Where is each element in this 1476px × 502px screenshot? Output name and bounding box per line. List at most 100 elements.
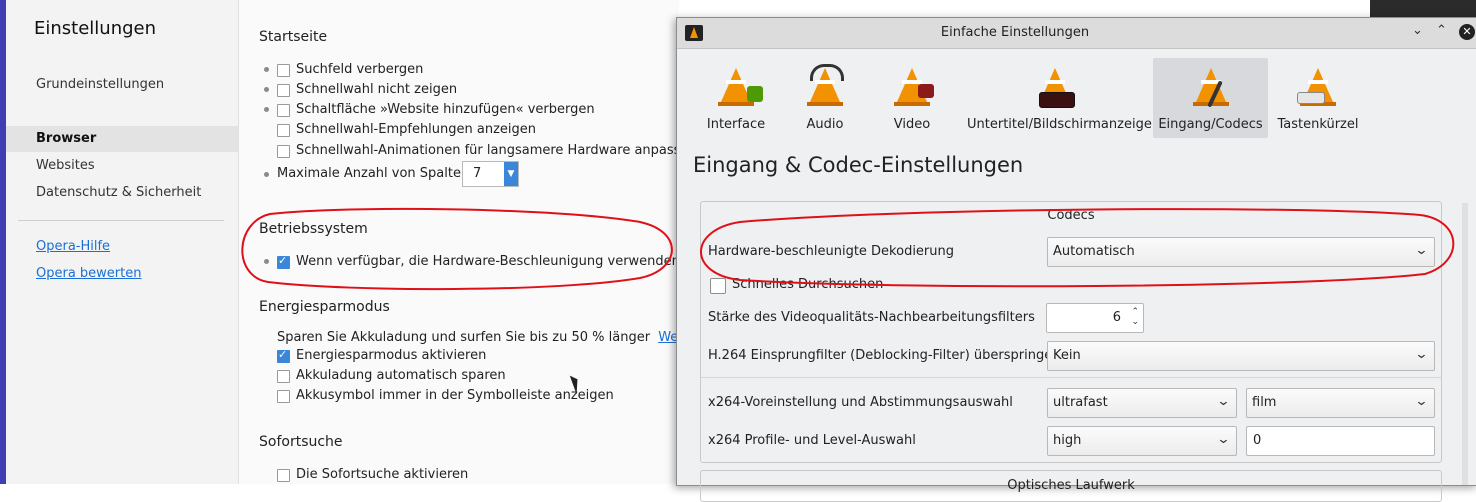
section-title-sofortsuche: Sofortsuche — [259, 434, 343, 450]
group-title: Optisches Laufwerk — [1007, 478, 1135, 493]
cone-base — [807, 102, 843, 106]
sidebar-item-grundeinstellungen[interactable]: Grundeinstellungen — [36, 77, 164, 92]
checkbox-suchfeld[interactable] — [277, 64, 290, 77]
group-title: Codecs — [1047, 208, 1095, 223]
x264-preset-select[interactable]: ultrafast ⌄ — [1047, 388, 1237, 418]
option-label: Schnellwahl nicht zeigen — [296, 82, 458, 97]
category-label: Tastenkürzel — [1277, 117, 1359, 132]
category-eingang-codecs[interactable]: Eingang/Codecs — [1153, 58, 1268, 138]
link-opera-hilfe[interactable]: Opera-Hilfe — [36, 239, 110, 254]
section-title-energiesparmodus: Energiesparmodus — [259, 299, 390, 315]
window-title: Einfache Einstellungen — [940, 25, 1090, 40]
sidebar-item-websites[interactable]: Websites — [36, 158, 95, 173]
select-value: Automatisch — [1053, 244, 1135, 259]
hw-decoding-label: Hardware-beschleunigte Dekodierung — [708, 244, 955, 259]
checkbox-schnellwahl-animationen[interactable] — [277, 145, 290, 158]
policy-bullet-icon — [264, 172, 269, 177]
columns-select-value: 7 — [473, 166, 482, 181]
category-label: Video — [893, 117, 931, 132]
row-separator — [701, 377, 1441, 378]
category-label: Interface — [706, 117, 766, 132]
cone-base — [718, 102, 754, 106]
close-icon[interactable]: ✕ — [1459, 24, 1475, 40]
option-label: Schaltfläche »Website hinzufügen« verber… — [296, 102, 595, 117]
chevron-down-icon: ⌄ — [1414, 243, 1429, 258]
sidebar-item-datenschutz[interactable]: Datenschutz & Sicherheit — [36, 185, 201, 200]
sidebar-item-browser[interactable]: Browser — [36, 131, 96, 146]
category-video[interactable]: Video — [882, 58, 942, 138]
minimize-icon[interactable]: ⌄ — [1412, 23, 1423, 38]
spin-down-icon[interactable]: ⌄ — [1131, 317, 1139, 327]
subtitle-display-icon — [1039, 92, 1075, 108]
category-interface[interactable]: Interface — [701, 58, 771, 138]
deblock-label: H.264 Einsprungfilter (Deblocking-Filter… — [708, 348, 1061, 363]
category-tastenkuerzel[interactable]: Tastenkürzel — [1277, 58, 1359, 138]
section-title-startseite: Startseite — [259, 29, 328, 45]
category-label: Eingang/Codecs — [1158, 117, 1263, 132]
fast-seek-label: Schnelles Durchsuchen — [732, 277, 884, 292]
select-value: high — [1053, 433, 1082, 448]
option-label: Wenn verfügbar, die Hardware-Beschleunig… — [296, 254, 680, 269]
category-label: Untertitel/Bildschirmanzeige — [967, 117, 1152, 132]
checkbox-akkusymbol[interactable] — [277, 390, 290, 403]
headphones-icon — [810, 64, 844, 81]
input-value: 0 — [1253, 433, 1262, 448]
keyboard-icon — [1297, 92, 1325, 104]
energie-description-text: Sparen Sie Akkuladung und surfen Sie bis… — [277, 330, 651, 345]
chevron-down-icon: ⌄ — [1414, 347, 1429, 362]
postproc-label: Stärke des Videoqualitäts-Nachbearbeitun… — [708, 310, 1035, 325]
option-label: Akkuladung automatisch sparen — [296, 368, 506, 383]
codecs-group: Codecs Hardware-beschleunigte Dekodierun… — [700, 201, 1442, 463]
x264-preset-label: x264-Voreinstellung und Abstimmungsauswa… — [708, 395, 1013, 410]
settings-title: Einstellungen — [34, 18, 157, 39]
sidebar-divider — [18, 220, 224, 221]
vlc-preferences-dialog: Einfache Einstellungen ⌄ ⌃ ✕ Interface A… — [676, 17, 1476, 502]
chevron-down-icon: ⌄ — [1414, 394, 1429, 409]
checkbox-schnellwahl[interactable] — [277, 84, 290, 97]
energie-description: Sparen Sie Akkuladung und surfen Sie bis… — [277, 330, 716, 345]
category-untertitel[interactable]: Untertitel/Bildschirmanzeige — [967, 58, 1152, 138]
film-reel-icon — [918, 84, 934, 98]
link-opera-bewerten[interactable]: Opera bewerten — [36, 266, 142, 281]
cone-base — [894, 102, 930, 106]
x264-level-input[interactable]: 0 — [1246, 426, 1435, 456]
checkbox-energiesparmodus[interactable] — [277, 348, 290, 363]
checkbox-website-hinzufuegen[interactable] — [277, 104, 290, 117]
option-label: Suchfeld verbergen — [296, 62, 424, 77]
deblock-select[interactable]: Kein ⌄ — [1047, 341, 1435, 371]
option-label: Schnellwahl-Animationen für langsamere H… — [296, 143, 697, 158]
fast-seek-checkbox[interactable] — [710, 278, 726, 294]
checkbox-akkuladung[interactable] — [277, 370, 290, 383]
x264-tune-select[interactable]: film ⌄ — [1246, 388, 1435, 418]
postproc-spinbox[interactable]: 6 ⌃ ⌄ — [1046, 303, 1144, 333]
maximize-icon[interactable]: ⌃ — [1436, 23, 1447, 38]
checkbox-schnellwahl-empfehlungen[interactable] — [277, 124, 290, 137]
policy-bullet-icon — [264, 67, 269, 72]
x264-profile-select[interactable]: high ⌄ — [1047, 426, 1237, 456]
category-audio[interactable]: Audio — [795, 58, 855, 138]
interface-badge-icon — [747, 86, 763, 102]
policy-bullet-icon — [264, 107, 269, 112]
spin-up-icon[interactable]: ⌃ — [1131, 307, 1139, 317]
section-title-betriebssystem: Betriebssystem — [259, 221, 368, 237]
title-bar[interactable]: Einfache Einstellungen ⌄ ⌃ ✕ — [677, 18, 1476, 49]
policy-bullet-icon — [264, 259, 269, 264]
option-label: Energiesparmodus aktivieren — [296, 348, 487, 363]
opera-settings-sidebar: Einstellungen Grundeinstellungen Browser… — [6, 0, 239, 484]
checkbox-hardware-beschleunigung[interactable] — [277, 254, 290, 269]
option-label: Die Sofortsuche aktivieren — [296, 467, 469, 482]
scrollbar[interactable] — [1462, 203, 1468, 485]
chevron-down-icon: ⌄ — [1216, 432, 1231, 447]
hw-decoding-select[interactable]: Automatisch ⌄ — [1047, 237, 1435, 267]
option-label: Schnellwahl-Empfehlungen anzeigen — [296, 122, 537, 137]
select-value: ultrafast — [1053, 395, 1108, 410]
checkbox-sofortsuche[interactable] — [277, 469, 290, 482]
columns-label: Maximale Anzahl von Spalten: — [277, 166, 474, 181]
select-value: Kein — [1053, 348, 1081, 363]
option-label: Akkusymbol immer in der Symbolleiste anz… — [296, 388, 614, 403]
background-window-corner — [1370, 0, 1476, 17]
chevron-down-icon: ⌄ — [1216, 394, 1231, 409]
columns-select[interactable]: 7 ▼ — [462, 161, 519, 187]
policy-bullet-icon — [264, 87, 269, 92]
optical-drive-group: Optisches Laufwerk — [700, 470, 1442, 502]
